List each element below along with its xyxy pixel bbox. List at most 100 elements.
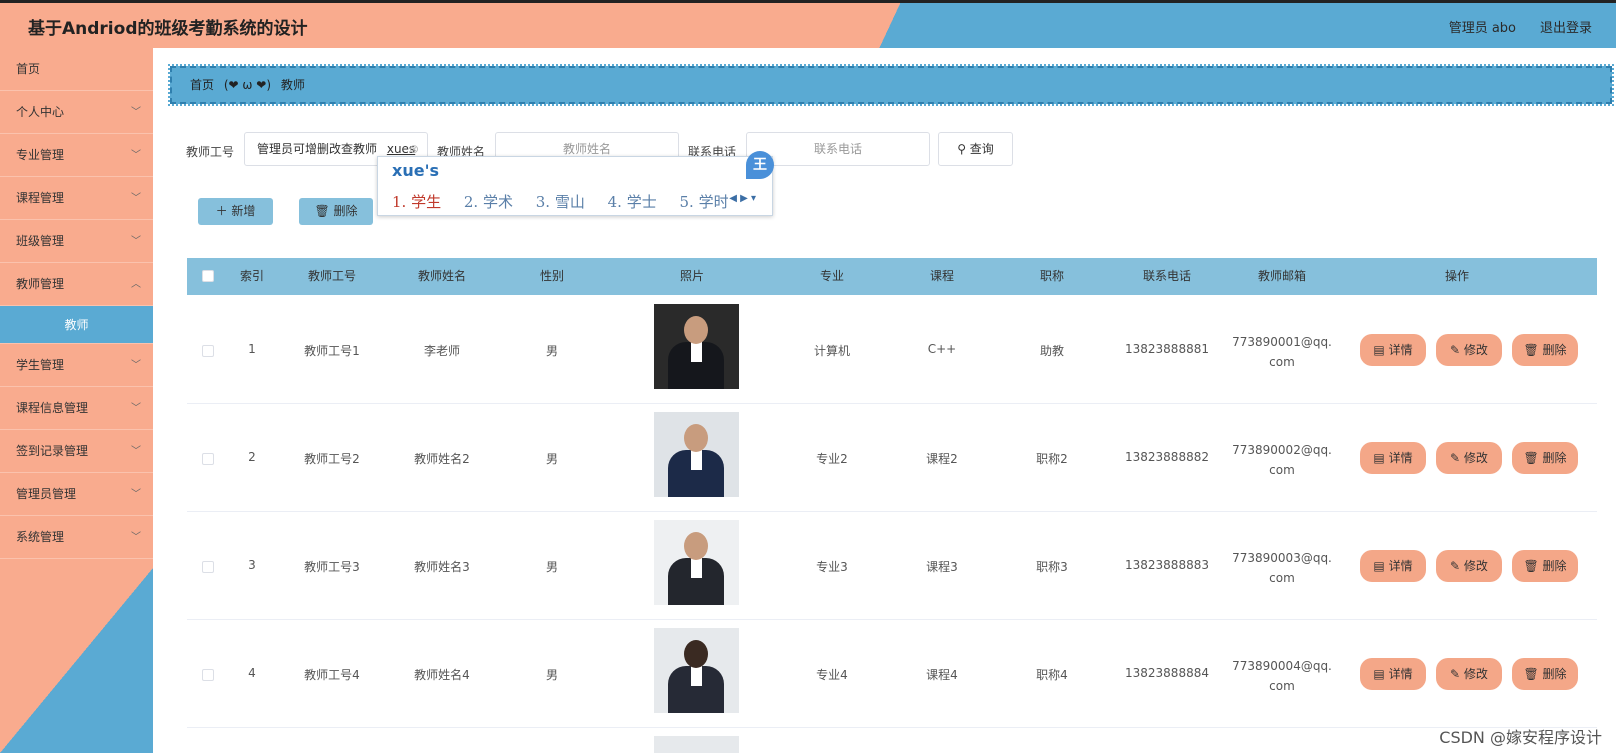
table-row: 4 教师工号4 教师姓名4 男 专业4 课程4 职称4 13823888884 … (187, 620, 1597, 728)
column-header: 照片 (679, 269, 704, 283)
sidebar-item-label: 签到记录管理 (16, 444, 89, 458)
sidebar-item-home[interactable]: 首页 (0, 48, 153, 91)
edit-button[interactable]: ✎ 修改 (1436, 334, 1502, 366)
sidebar-item-course[interactable]: 课程管理 ﹀ (0, 177, 153, 220)
teacher-id-label: 教师工号 (186, 145, 235, 159)
cell-email: 773890003@qq. com (1227, 548, 1337, 588)
delete-button[interactable]: 🗑 删除 (1512, 550, 1578, 582)
cell-teacher-id: 教师工号2 (304, 452, 360, 466)
cell-course: C++ (927, 342, 957, 356)
ime-candidate[interactable]: 4. 学士 (608, 193, 657, 211)
ime-candidate-list: 1. 学生 2. 学术 3. 雪山 4. 学士 5. 学时 (392, 191, 747, 212)
row-checkbox[interactable] (202, 669, 214, 681)
table-row: 3 教师工号3 教师姓名3 男 专业3 课程3 职称3 13823888883 … (187, 512, 1597, 620)
cell-gender: 男 (545, 344, 558, 358)
sidebar-item-teacher[interactable]: 教师 (0, 306, 153, 344)
ime-candidate[interactable]: 3. 雪山 (536, 193, 585, 211)
delete-button[interactable]: 🗑 删除 (1512, 334, 1578, 366)
cell-title: 职称3 (1036, 560, 1068, 574)
sidebar-item-label: 个人中心 (16, 105, 65, 119)
chevron-down-icon: ﹀ (131, 532, 141, 543)
ime-candidate[interactable]: 2. 学术 (464, 193, 513, 211)
teacher-photo (654, 520, 739, 605)
edit-button[interactable]: ✎ 修改 (1436, 658, 1502, 690)
ime-candidate[interactable]: 5. 学时 (680, 193, 729, 211)
query-button[interactable]: ⚲ 查询 (938, 132, 1013, 166)
sidebar-item-course-info[interactable]: 课程信息管理 ﹀ (0, 387, 153, 430)
row-checkbox[interactable] (202, 453, 214, 465)
delete-button[interactable]: 🗑 删除 (1512, 442, 1578, 474)
edit-button-label: 修改 (1463, 451, 1488, 465)
cell-title: 助教 (1039, 344, 1064, 358)
cell-gender: 男 (545, 560, 558, 574)
cell-course: 课程2 (926, 452, 958, 466)
cell-phone: 13823888882 (1125, 450, 1209, 464)
delete-button-label: 删除 (1542, 451, 1567, 465)
breadcrumb-separator: (❤ ω ❤) (223, 78, 271, 92)
column-header: 教师姓名 (417, 269, 466, 283)
sidebar-item-signin[interactable]: 签到记录管理 ﹀ (0, 430, 153, 473)
sidebar-item-label: 班级管理 (16, 234, 65, 248)
sidebar-item-admin[interactable]: 管理员管理 ﹀ (0, 473, 153, 516)
cell-phone: 13823888883 (1125, 558, 1209, 572)
batch-delete-button[interactable]: 🗑 删除 (299, 198, 373, 225)
edit-button[interactable]: ✎ 修改 (1436, 550, 1502, 582)
cell-index: 2 (248, 450, 256, 464)
sidebar-item-student[interactable]: 学生管理 ﹀ (0, 344, 153, 387)
teacher-photo (654, 412, 739, 497)
trash-icon: 🗑 (1523, 667, 1543, 681)
sidebar-item-system[interactable]: 系统管理 ﹀ (0, 516, 153, 559)
select-all-checkbox[interactable] (202, 270, 214, 282)
delete-button-label: 删除 (1542, 559, 1567, 573)
teacher-photo (654, 304, 739, 389)
cell-teacher-id: 教师工号4 (304, 668, 360, 682)
column-header: 职称 (1039, 269, 1064, 283)
cell-email: 773890001@qq. com (1227, 332, 1337, 372)
cell-index: 1 (248, 342, 256, 356)
pencil-icon: ✎ (1450, 343, 1464, 357)
ime-page-arrows-icon[interactable]: ◀ ▶ ▾ (729, 193, 756, 204)
table-row: 1 教师工号1 李老师 男 计算机 C++ 助教 13823888881 773… (187, 296, 1597, 404)
watermark: CSDN @嫁安程序设计 (1439, 728, 1602, 747)
cell-teacher-id: 教师工号3 (304, 560, 360, 574)
cell-teacher-name: 李老师 (423, 344, 460, 358)
detail-button[interactable]: ▤ 详情 (1360, 658, 1426, 690)
sidebar-item-label: 专业管理 (16, 148, 65, 162)
sidebar-item-label: 首页 (16, 62, 41, 76)
detail-button[interactable]: ▤ 详情 (1360, 442, 1426, 474)
cell-gender: 男 (545, 452, 558, 466)
logout-link[interactable]: 退出登录 (1540, 17, 1592, 36)
delete-button[interactable]: 🗑 删除 (1512, 658, 1578, 690)
detail-button-label: 详情 (1388, 451, 1413, 465)
delete-button-label: 删除 (1542, 667, 1567, 681)
document-icon: ▤ (1373, 559, 1389, 573)
column-header: 操作 (1444, 269, 1469, 283)
sidebar-item-class[interactable]: 班级管理 ﹀ (0, 220, 153, 263)
column-header: 联系电话 (1142, 269, 1191, 283)
column-header: 教师邮箱 (1257, 269, 1306, 283)
detail-button[interactable]: ▤ 详情 (1360, 334, 1426, 366)
teacher-photo (654, 628, 739, 713)
cell-email-line: 773890004@qq. (1232, 659, 1332, 673)
cell-title: 职称2 (1036, 452, 1068, 466)
add-button[interactable]: ＋ 新增 (198, 198, 273, 225)
ime-candidate[interactable]: 1. 学生 (392, 193, 441, 211)
column-header: 索引 (239, 269, 264, 283)
edit-button[interactable]: ✎ 修改 (1436, 442, 1502, 474)
column-header: 教师工号 (307, 269, 356, 283)
document-icon: ▤ (1373, 451, 1389, 465)
cell-major: 专业3 (816, 560, 848, 574)
row-checkbox[interactable] (202, 345, 214, 357)
table-row: 2 教师工号2 教师姓名2 男 专业2 课程2 职称2 13823888882 … (187, 404, 1597, 512)
cell-phone: 13823888884 (1125, 666, 1209, 680)
sidebar-item-major[interactable]: 专业管理 ﹀ (0, 134, 153, 177)
row-checkbox[interactable] (202, 561, 214, 573)
sidebar-item-profile[interactable]: 个人中心 ﹀ (0, 91, 153, 134)
cell-teacher-name: 教师姓名4 (414, 668, 470, 682)
cell-major: 专业4 (816, 668, 848, 682)
cell-major: 专业2 (816, 452, 848, 466)
breadcrumb-home[interactable]: 首页 (190, 78, 214, 92)
sidebar-item-teacher-mgmt[interactable]: 教师管理 ︿ (0, 263, 153, 306)
chevron-up-icon: ︿ (131, 279, 141, 290)
detail-button[interactable]: ▤ 详情 (1360, 550, 1426, 582)
